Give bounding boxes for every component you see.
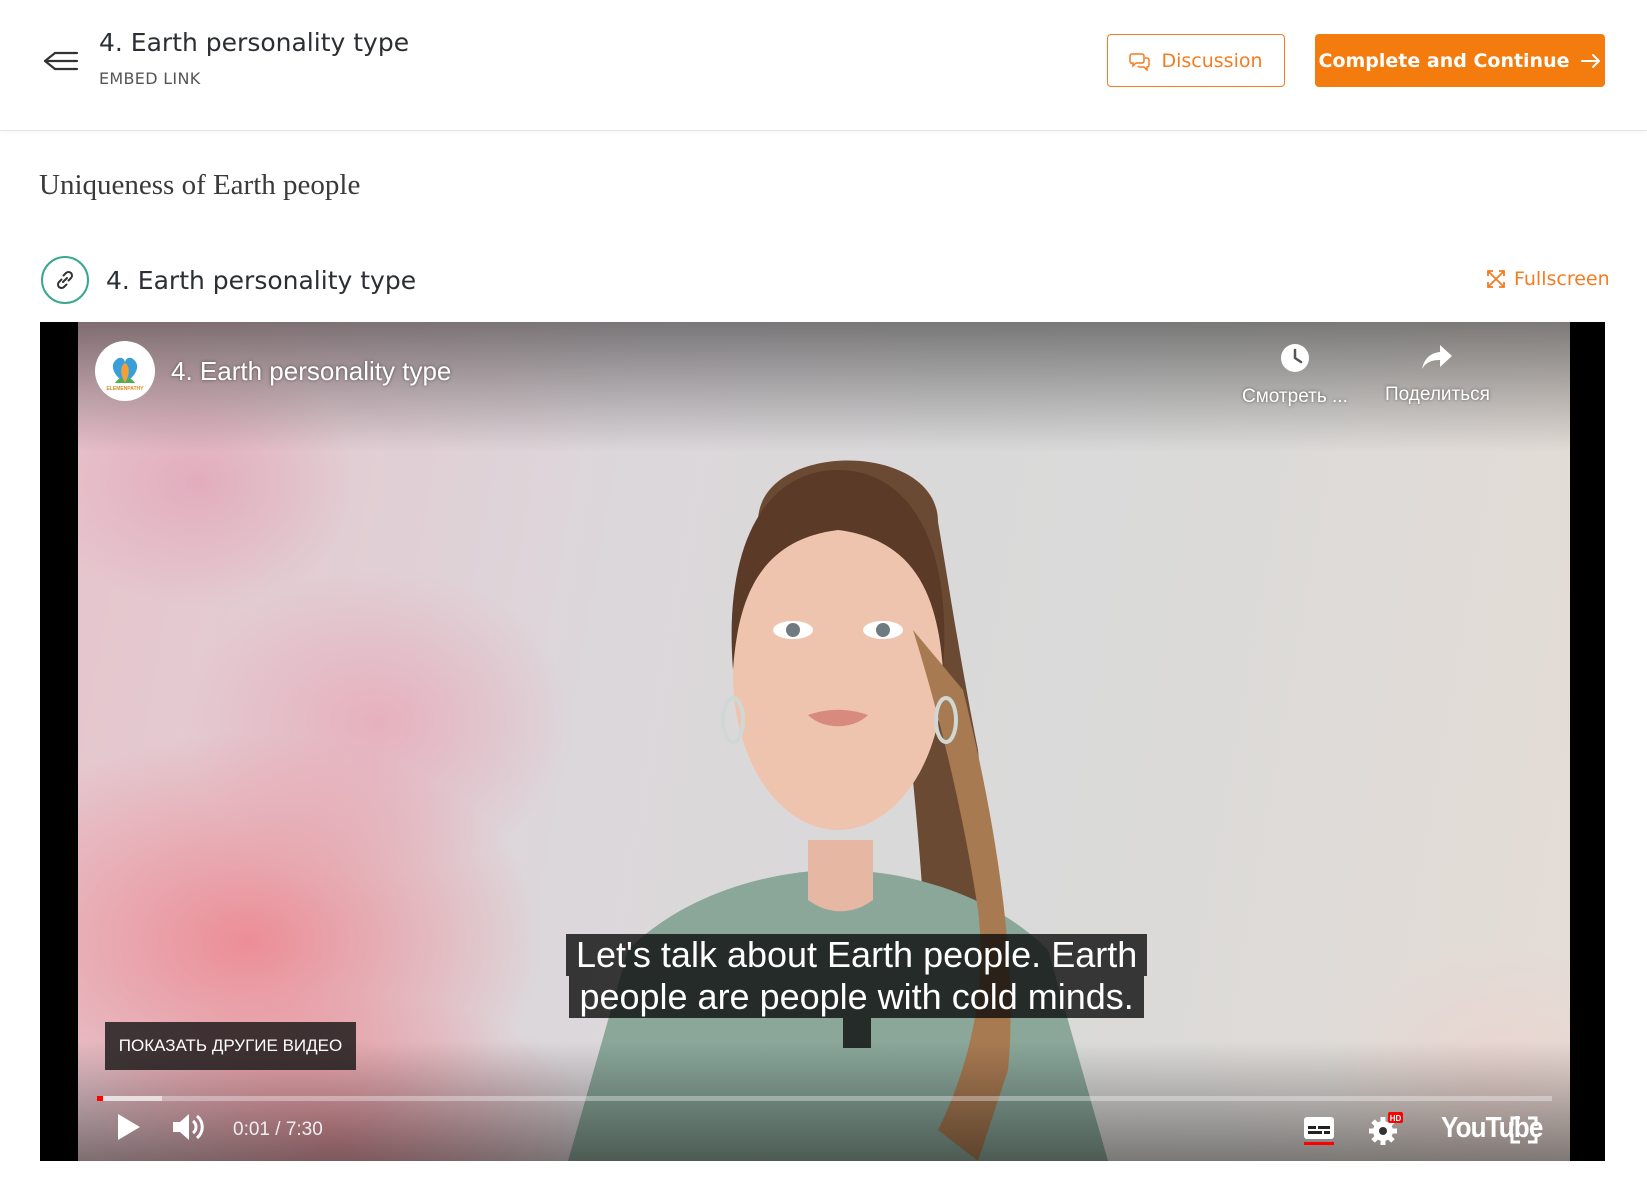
progress-played xyxy=(97,1096,103,1101)
arrow-right-icon xyxy=(1580,53,1600,68)
progress-bar[interactable] xyxy=(97,1096,1552,1101)
share-button[interactable]: Поделиться xyxy=(1385,342,1490,406)
top-bar: 4. Earth personality type EMBED LINK Dis… xyxy=(0,0,1647,131)
progress-loaded xyxy=(97,1096,163,1101)
gear-icon: HD xyxy=(1369,1112,1403,1145)
expand-icon xyxy=(1487,270,1505,288)
watch-later-button[interactable]: Смотреть ... xyxy=(1242,342,1348,408)
fullscreen-label: Fullscreen xyxy=(1514,268,1610,290)
link-icon xyxy=(41,256,89,304)
video-player[interactable]: ELEMENPATHY 4. Earth personality type См… xyxy=(40,322,1605,1161)
lesson-type-label: EMBED LINK xyxy=(99,69,201,88)
subtitles-icon xyxy=(1304,1117,1334,1145)
watch-later-label: Смотреть ... xyxy=(1242,386,1348,407)
clock-icon xyxy=(1280,344,1309,372)
settings-button[interactable]: HD xyxy=(1368,1112,1404,1151)
lesson-title: 4. Earth personality type xyxy=(99,28,410,57)
subtitles-button[interactable] xyxy=(1303,1115,1335,1150)
video-title[interactable]: 4. Earth personality type xyxy=(171,356,451,387)
time-display: 0:01 / 7:30 xyxy=(233,1119,323,1140)
captions: Let's talk about Earth people. Earth peo… xyxy=(566,934,1148,1048)
video-frame[interactable]: ELEMENPATHY 4. Earth personality type См… xyxy=(78,322,1570,1161)
caption-tail xyxy=(842,1018,871,1048)
channel-logo-text: ELEMENPATHY xyxy=(106,386,144,392)
chat-bubbles-icon xyxy=(1129,52,1151,71)
caption-line-1: Let's talk about Earth people. Earth xyxy=(566,934,1148,976)
volume-icon xyxy=(173,1114,204,1140)
channel-avatar[interactable]: ELEMENPATHY xyxy=(95,341,155,401)
collapse-sidebar-icon[interactable] xyxy=(41,44,81,78)
share-label: Поделиться xyxy=(1385,384,1490,405)
caption-line-2: people are people with cold minds. xyxy=(569,976,1144,1018)
share-arrow-icon xyxy=(1422,345,1453,369)
discussion-label: Discussion xyxy=(1161,49,1263,72)
discussion-button[interactable]: Discussion xyxy=(1107,34,1285,87)
section-heading: Uniqueness of Earth people xyxy=(39,169,361,201)
complete-label: Complete and Continue xyxy=(1318,49,1570,72)
play-icon xyxy=(118,1114,140,1140)
show-more-videos-button[interactable]: ПОКАЗАТЬ ДРУГИЕ ВИДЕО xyxy=(105,1022,356,1070)
embed-title: 4. Earth personality type xyxy=(106,266,417,295)
fullscreen-button[interactable] xyxy=(1510,1116,1538,1149)
volume-button[interactable] xyxy=(171,1111,207,1148)
hd-badge: HD xyxy=(1390,1114,1402,1123)
fullscreen-icon xyxy=(1510,1116,1538,1144)
play-button[interactable] xyxy=(116,1112,142,1147)
complete-and-continue-button[interactable]: Complete and Continue xyxy=(1315,34,1605,87)
fullscreen-link[interactable]: Fullscreen xyxy=(1486,268,1610,290)
